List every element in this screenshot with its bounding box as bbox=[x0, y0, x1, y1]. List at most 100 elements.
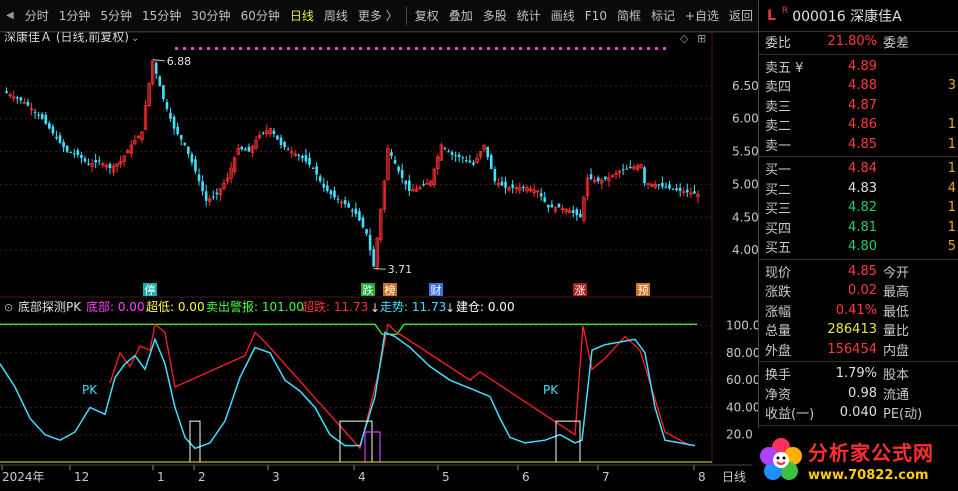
signal-dot bbox=[607, 47, 610, 50]
candle-body bbox=[87, 163, 90, 165]
mark-button[interactable]: 标记 bbox=[646, 0, 680, 32]
stock-chart[interactable]: 深康佳Ａ (日线,前复权) ⌄ ◇ ⊞4.004.505.005.506.006.50… bbox=[0, 0, 758, 491]
candle-body bbox=[504, 181, 507, 188]
outer-row: 外盘 156454 内盘 bbox=[765, 341, 910, 359]
signal-dot bbox=[303, 47, 306, 50]
candle-body bbox=[108, 163, 112, 168]
signal-dot bbox=[463, 47, 466, 50]
draw-line-button[interactable]: 画线 bbox=[546, 0, 580, 32]
candle-body bbox=[511, 184, 514, 188]
weicha-label: 委差 bbox=[883, 36, 910, 52]
candle-body bbox=[240, 146, 244, 150]
tab-more[interactable]: 更多 〉 bbox=[353, 0, 403, 32]
x-tick-label: 12 bbox=[74, 470, 89, 484]
tab-fenshi[interactable]: 分时 bbox=[20, 0, 54, 32]
candle-body bbox=[247, 146, 251, 152]
f10-button[interactable]: F10 bbox=[580, 0, 612, 32]
candle-body bbox=[347, 203, 351, 208]
signal-dot bbox=[263, 47, 266, 50]
signal-dot bbox=[623, 47, 626, 50]
candle-body bbox=[400, 169, 404, 178]
x-tick-label: 5 bbox=[442, 470, 450, 484]
candle-body bbox=[661, 182, 664, 187]
bid-4-row[interactable]: 买四 4.81 1 bbox=[759, 218, 958, 238]
chevron-down-icon: ⌄ bbox=[131, 33, 139, 44]
ask-2-row[interactable]: 卖二 4.86 1 bbox=[759, 115, 958, 135]
ask-3-row[interactable]: 卖三 4.87 bbox=[759, 96, 958, 116]
stock-header[interactable]: L R 000016 深康佳A bbox=[759, 0, 958, 32]
candle-body bbox=[454, 155, 457, 157]
fuquan-button[interactable]: 复权 bbox=[410, 0, 444, 32]
candle-body bbox=[547, 204, 550, 208]
candle-body bbox=[5, 91, 8, 93]
sell-alert-line bbox=[0, 323, 697, 335]
tab-1min[interactable]: 1分钟 bbox=[54, 0, 96, 32]
candle-body bbox=[272, 130, 276, 135]
candle-body bbox=[664, 186, 668, 188]
candle-body bbox=[283, 141, 286, 148]
bid-1-row[interactable]: 买一 4.84 1 bbox=[759, 159, 958, 179]
event-marker: 跌 bbox=[363, 283, 374, 297]
bid-5-row[interactable]: 买五 4.80 5 bbox=[759, 237, 958, 257]
bid-2-row[interactable]: 买二 4.83 4 bbox=[759, 179, 958, 199]
signal-dot bbox=[439, 47, 442, 50]
candle-body bbox=[322, 183, 326, 188]
multi-stock-button[interactable]: 多股 bbox=[478, 0, 512, 32]
tab-60min[interactable]: 60分钟 bbox=[236, 0, 285, 32]
overlay-button[interactable]: 叠加 bbox=[444, 0, 478, 32]
candle-body bbox=[204, 191, 208, 201]
add-watchlist-button[interactable]: +自选 bbox=[680, 0, 724, 32]
signal-dot bbox=[399, 47, 402, 50]
event-marker: 停 bbox=[145, 283, 156, 297]
candle-body bbox=[686, 189, 689, 193]
signal-dot bbox=[543, 47, 546, 50]
candle-body bbox=[671, 188, 675, 190]
candle-body bbox=[62, 141, 65, 148]
ask-1-row[interactable]: 卖一 4.85 1 bbox=[759, 135, 958, 155]
candle-body bbox=[450, 152, 454, 155]
position-box bbox=[189, 420, 201, 462]
tab-5min[interactable]: 5分钟 bbox=[95, 0, 137, 32]
signal-dot bbox=[551, 47, 554, 50]
tab-weekly[interactable]: 周线 bbox=[319, 0, 353, 32]
flower-logo-icon bbox=[760, 437, 802, 480]
signal-dot bbox=[599, 47, 602, 50]
x-tick-label: 2 bbox=[198, 470, 206, 484]
candle-body bbox=[354, 208, 358, 214]
signal-dot bbox=[295, 47, 298, 50]
event-marker: 预 bbox=[638, 284, 649, 297]
arrow-down-icon: ↓ bbox=[370, 301, 380, 315]
signal-dot bbox=[311, 47, 314, 50]
expand-icon[interactable]: ◀ bbox=[0, 10, 20, 21]
signal-dot bbox=[287, 47, 290, 50]
signal-dot bbox=[391, 47, 394, 50]
tab-daily[interactable]: 日线 bbox=[285, 0, 319, 32]
candle-body bbox=[172, 116, 176, 129]
signal-dot bbox=[479, 47, 482, 50]
tab-30min[interactable]: 30分钟 bbox=[186, 0, 235, 32]
candle-body bbox=[80, 154, 83, 159]
signal-dot bbox=[639, 47, 642, 50]
candle-body bbox=[211, 196, 215, 198]
candle-body bbox=[675, 188, 678, 191]
back-button[interactable]: 返回 bbox=[724, 0, 758, 32]
statistics-button[interactable]: 统计 bbox=[512, 0, 546, 32]
candle-body bbox=[97, 160, 101, 162]
bid-3-row[interactable]: 买三 4.82 1 bbox=[759, 198, 958, 218]
candle-body bbox=[169, 112, 172, 119]
signal-dot bbox=[655, 47, 658, 50]
indicator-field: 卖出警报: 101.00 bbox=[206, 299, 304, 314]
candle-body bbox=[575, 209, 579, 216]
ask-4-row[interactable]: 卖四 4.88 3 bbox=[759, 76, 958, 96]
simple-frame-button[interactable]: 简框 bbox=[612, 0, 646, 32]
ask-5-row[interactable]: 卖五 ¥4.89 bbox=[759, 57, 958, 77]
candle-body bbox=[201, 181, 204, 191]
candle-body bbox=[183, 142, 187, 145]
pk-label: PK bbox=[543, 383, 559, 397]
candle-body bbox=[579, 213, 582, 218]
weibi-label: 委比 bbox=[765, 36, 792, 52]
high-label: 6.88 bbox=[167, 55, 192, 68]
candle-body bbox=[422, 184, 425, 186]
candle-body bbox=[408, 180, 411, 191]
tab-15min[interactable]: 15分钟 bbox=[137, 0, 186, 32]
